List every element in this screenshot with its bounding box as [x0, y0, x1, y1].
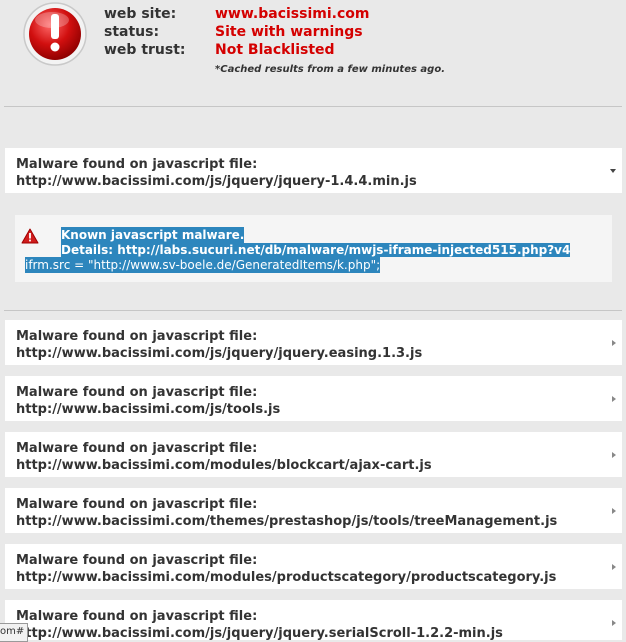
warning-triangle-icon [21, 228, 39, 244]
malware-details-line: Details: http://labs.sucuri.net/db/malwa… [61, 242, 571, 258]
panel-url: http://www.bacissimi.com/js/tools.js [16, 402, 281, 417]
panel-title: Malware found on javascript file: [16, 329, 258, 344]
divider [4, 106, 622, 107]
chevron-right-icon [612, 340, 616, 346]
malware-panel[interactable]: Malware found on javascript file: http:/… [5, 600, 622, 641]
panel-url: http://www.bacissimi.com/js/jquery/jquer… [16, 626, 503, 641]
web-trust-value: Not Blacklisted [215, 42, 335, 58]
status-value: Site with warnings [215, 24, 363, 40]
chevron-right-icon [612, 396, 616, 402]
cache-note: *Cached results from a few minutes ago. [215, 64, 446, 75]
panel-title: Malware found on javascript file: [16, 553, 258, 568]
details-label: Details: [61, 243, 114, 257]
divider [4, 310, 622, 311]
panel-url: http://www.bacissimi.com/themes/prestash… [16, 514, 558, 529]
panel-url: http://www.bacissimi.com/js/jquery/jquer… [16, 346, 423, 361]
malware-panel[interactable]: Malware found on javascript file: http:/… [5, 544, 622, 589]
alert-exclamation-icon [23, 2, 87, 66]
malware-panel-expanded[interactable]: Malware found on javascript file: http:/… [5, 148, 622, 193]
details-link[interactable]: http://labs.sucuri.net/db/malware/mwjs-i… [117, 243, 517, 257]
web-site-value: www.bacissimi.com [215, 6, 370, 22]
panel-url: http://www.bacissimi.com/js/jquery/jquer… [16, 174, 417, 189]
malware-name: Known javascript malware. [61, 227, 245, 243]
chevron-right-icon [612, 508, 616, 514]
malware-panel[interactable]: Malware found on javascript file: http:/… [5, 432, 622, 477]
chevron-right-icon [612, 620, 616, 626]
malware-code-snippet: ifrm.src = "http://www.sv-boele.de/Gener… [25, 257, 381, 273]
chevron-right-icon [612, 452, 616, 458]
panel-title: Malware found on javascript file: [16, 385, 258, 400]
web-trust-label: web trust: [104, 42, 186, 58]
status-label: status: [104, 24, 160, 40]
web-site-label: web site: [104, 6, 177, 22]
chevron-right-icon [612, 564, 616, 570]
panel-url: http://www.bacissimi.com/modules/product… [16, 570, 557, 585]
malware-panel[interactable]: Malware found on javascript file: http:/… [5, 320, 622, 365]
panel-title: Malware found on javascript file: [16, 441, 258, 456]
browser-status-bar: om# [0, 623, 29, 642]
malware-panel[interactable]: Malware found on javascript file: http:/… [5, 488, 622, 533]
panel-url: http://www.bacissimi.com/modules/blockca… [16, 458, 432, 473]
malware-detail-box: Known javascript malware. Details: http:… [15, 215, 612, 282]
panel-title: Malware found on javascript file: [16, 157, 258, 172]
chevron-down-icon [610, 169, 616, 173]
details-link-rest[interactable]: .php?v4 [516, 243, 571, 257]
scan-summary: web site: www.bacissimi.com status: Site… [0, 0, 626, 96]
panel-title: Malware found on javascript file: [16, 497, 258, 512]
malware-panel[interactable]: Malware found on javascript file: http:/… [5, 376, 622, 421]
panel-title: Malware found on javascript file: [16, 609, 258, 624]
